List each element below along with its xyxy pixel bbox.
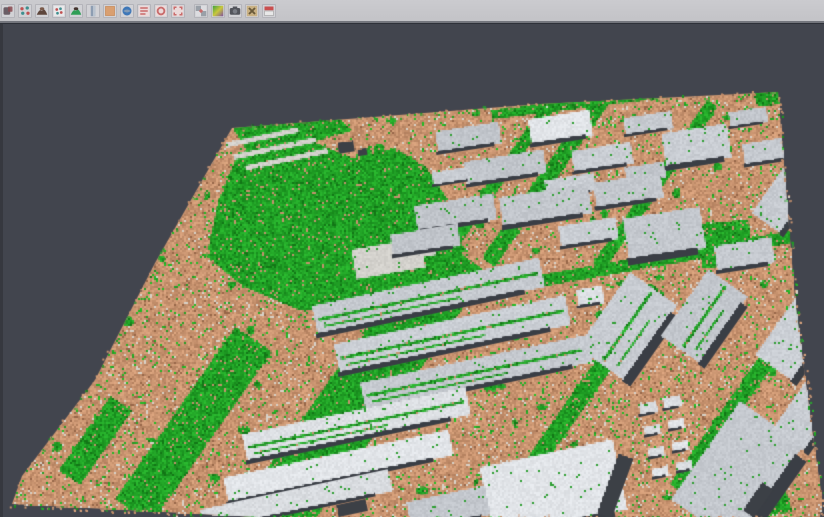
segment-list-icon[interactable] [137,4,151,18]
layers-icon[interactable] [262,4,276,18]
align-points-icon[interactable] [18,4,32,18]
crop-box-icon[interactable] [171,4,185,18]
pick-center-icon[interactable] [154,4,168,18]
toolbar [0,0,824,21]
snapshot-camera-icon[interactable] [228,4,242,18]
globe-projection-icon[interactable] [120,4,134,18]
toolbar-border-dark [0,23,824,24]
rasterize-icon[interactable] [194,4,208,18]
point-cloud-canvas[interactable] [0,24,824,517]
open-cloud-icon[interactable] [1,4,15,18]
side-panel-icon[interactable] [86,4,100,18]
clipping-cross-icon[interactable] [245,4,259,18]
color-scale-icon[interactable] [211,4,225,18]
mesh-surface-icon[interactable] [69,4,83,18]
window-left-edge [0,24,3,517]
terrain-model-icon[interactable] [35,4,49,18]
ortho-view-icon[interactable] [103,4,117,18]
subsample-icon[interactable] [52,4,66,18]
viewport-3d [0,24,824,517]
